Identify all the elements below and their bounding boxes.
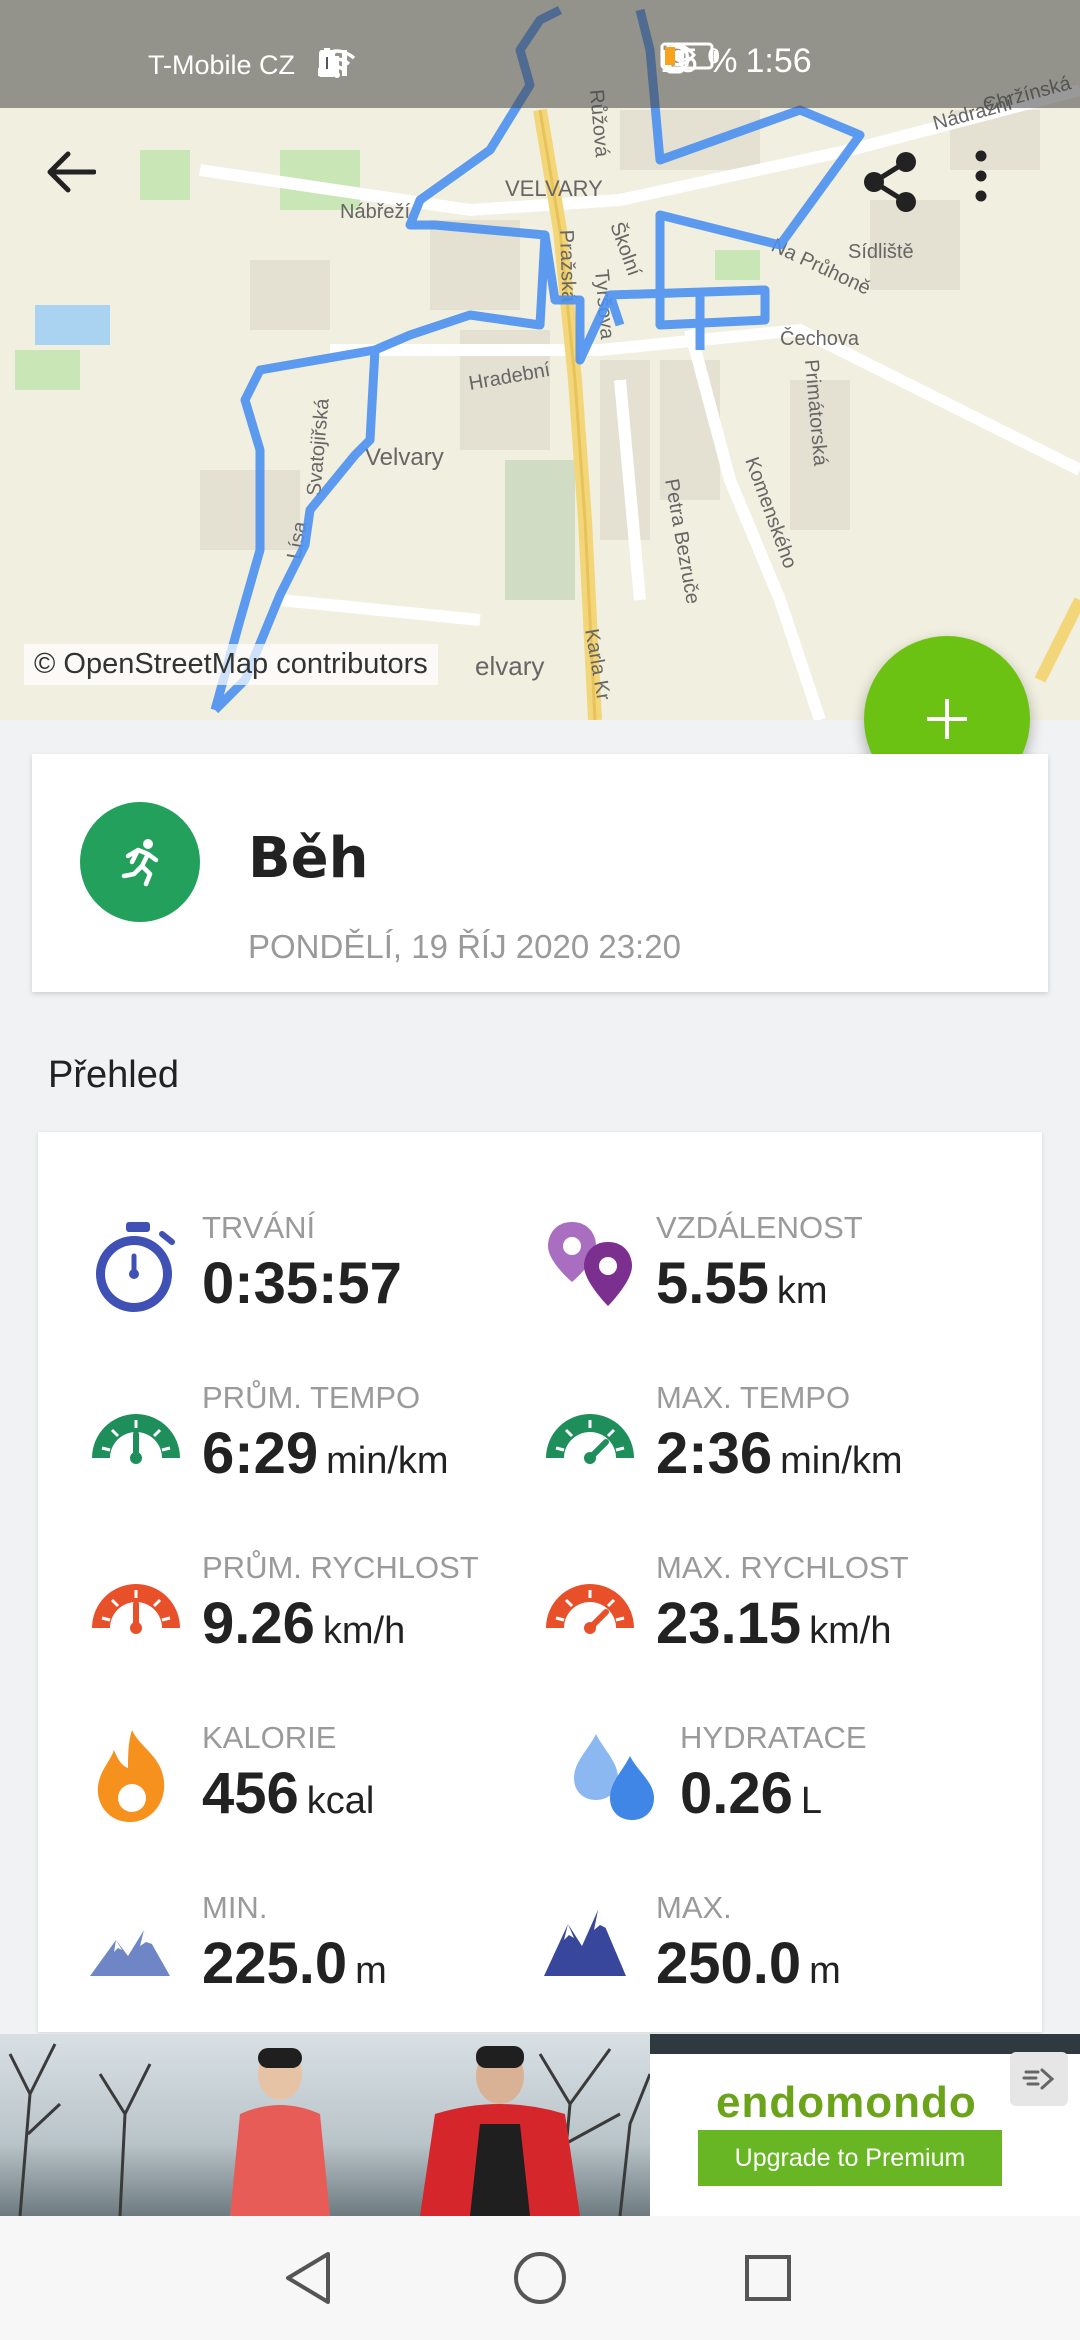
stat-avg-speed: PRŮM. RYCHLOST 9.26 km/h <box>88 1550 548 1680</box>
more-menu-button[interactable] <box>974 150 1054 230</box>
map-label: Čechova <box>780 327 860 350</box>
mountain-icon <box>90 1930 170 1976</box>
stat-value: 0.26 L <box>680 1761 823 1826</box>
section-title: Přehled <box>48 1054 179 1096</box>
stat-value: 9.26 km/h <box>202 1591 406 1656</box>
mountain-icon <box>544 1910 626 1976</box>
map-label: elvary <box>475 651 544 681</box>
ad-info-button[interactable] <box>1010 2052 1068 2106</box>
stat-value: 250.0 m <box>656 1931 841 1996</box>
activity-card: Běh PONDĚLÍ, 19 ŘÍJ 2020 23:20 <box>32 754 1048 992</box>
map-label: Sídliště <box>848 241 914 263</box>
stat-max-altitude: MAX. 250.0 m <box>542 1890 1002 2020</box>
stat-label: KALORIE <box>202 1720 337 1755</box>
map-label: Velvary <box>365 444 444 471</box>
activity-badge <box>80 802 200 922</box>
stat-avg-pace: PRŮM. TEMPO 6:29 min/km <box>88 1380 548 1510</box>
more-vert-icon <box>975 150 987 202</box>
stat-duration: TRVÁNÍ 0:35:57 <box>88 1210 548 1340</box>
map-label: Karla Kr <box>580 627 614 702</box>
map-label: Pražská <box>555 229 580 303</box>
map-label: Nábřeží <box>340 201 410 223</box>
share-icon <box>864 152 916 212</box>
stat-max-pace: MAX. TEMPO 2:36 min/km <box>542 1380 1002 1510</box>
stat-label: PRŮM. RYCHLOST <box>202 1550 479 1585</box>
running-icon <box>121 839 159 887</box>
nav-back-icon <box>286 2252 330 2304</box>
share-button[interactable] <box>860 150 940 230</box>
battery-icon <box>660 42 718 70</box>
nav-home-icon <box>514 2252 566 2304</box>
nav-recents-icon <box>745 2255 791 2301</box>
carrier-name: T-Mobile CZ <box>148 50 296 80</box>
arrow-left-icon <box>47 151 96 193</box>
stat-value: 456 kcal <box>202 1761 375 1826</box>
nav-back-button[interactable] <box>272 2242 344 2314</box>
plus-icon <box>927 699 967 739</box>
stat-max-speed: MAX. RYCHLOST 23.15 km/h <box>542 1550 1002 1680</box>
stat-label: HYDRATACE <box>680 1720 867 1755</box>
stat-label: VZDÁLENOST <box>656 1210 863 1245</box>
water-drops-icon <box>574 1734 654 1820</box>
system-nav-bar <box>0 2216 1080 2340</box>
back-button[interactable] <box>44 150 124 230</box>
speedometer-icon <box>92 1414 180 1464</box>
location-pins-icon <box>548 1222 632 1306</box>
overview-card: TRVÁNÍ 0:35:57 VZDÁLENOST 5.55 km PRŮM. T… <box>38 1132 1042 2032</box>
stat-label: MAX. <box>656 1890 732 1925</box>
nav-recents-button[interactable] <box>732 2242 804 2314</box>
map-attribution[interactable]: © OpenStreetMap contributors <box>24 644 438 685</box>
flame-icon <box>97 1730 165 1822</box>
ad-banner[interactable]: endomondo Upgrade to Premium <box>0 2034 1080 2216</box>
stat-value: 5.55 km <box>656 1251 828 1316</box>
stat-min-altitude: MIN. 225.0 m <box>88 1890 548 2020</box>
activity-date: PONDĚLÍ, 19 ŘÍJ 2020 23:20 <box>248 928 681 965</box>
stat-value: 0:35:57 <box>202 1251 402 1316</box>
stat-value: 2:36 min/km <box>656 1421 903 1486</box>
status-right: 15 % 1:56 <box>660 42 812 81</box>
stat-distance: VZDÁLENOST 5.55 km <box>542 1210 1002 1340</box>
battery-saver-icon <box>319 48 335 77</box>
stat-value: 225.0 m <box>202 1931 387 1996</box>
nav-home-button[interactable] <box>504 2242 576 2314</box>
ad-brand-logo: endomondo <box>716 2078 977 2127</box>
map-label: VELVARY <box>505 176 603 201</box>
stat-label: PRŮM. TEMPO <box>202 1380 421 1415</box>
stat-label: TRVÁNÍ <box>202 1210 316 1245</box>
ad-photo <box>0 2034 652 2216</box>
status-bar: T-Mobile CZ 15 % 1:56 <box>0 0 1080 108</box>
stat-value: 23.15 km/h <box>656 1591 892 1656</box>
stat-calories: KALORIE 456 kcal <box>88 1720 548 1850</box>
upgrade-premium-button[interactable]: Upgrade to Premium <box>698 2130 1002 2186</box>
speedometer-icon <box>546 1414 634 1464</box>
stat-label: MAX. RYCHLOST <box>656 1550 909 1585</box>
activity-name: Běh <box>248 826 369 891</box>
stopwatch-icon <box>96 1222 175 1312</box>
ad-badge-icon <box>1022 2068 1055 2090</box>
stat-value: 6:29 min/km <box>202 1421 449 1486</box>
speedometer-icon <box>92 1584 180 1634</box>
stat-label: MIN. <box>202 1890 268 1925</box>
speedometer-icon <box>546 1584 634 1634</box>
route-map[interactable]: VELVARY Velvary Nábřeží Pražská Školní T… <box>0 0 1080 720</box>
stat-hydration: HYDRATACE 0.26 L <box>566 1720 1026 1850</box>
stat-label: MAX. TEMPO <box>656 1380 851 1415</box>
clock: 1:56 <box>745 42 812 80</box>
